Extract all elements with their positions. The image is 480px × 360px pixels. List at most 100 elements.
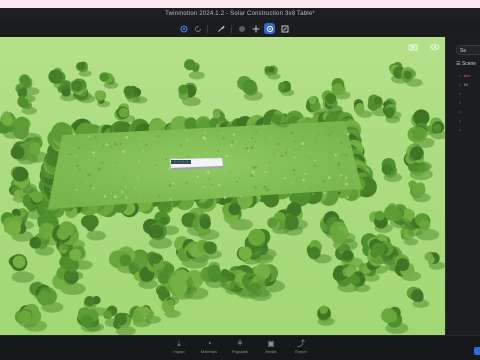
3d-viewport[interactable] (0, 37, 445, 335)
rotate-icon[interactable] (264, 23, 275, 34)
grass-speckle (340, 174, 342, 177)
grass-speckle (304, 172, 307, 175)
scene-render (0, 37, 445, 335)
tree-canopy (69, 248, 82, 261)
grass-speckle (89, 184, 93, 187)
grass-speckle (85, 181, 87, 184)
tree-shadow (11, 271, 35, 283)
scene-tree-item[interactable]: • (459, 109, 480, 115)
grass-speckle (168, 184, 172, 187)
view-options-icon[interactable] (430, 43, 440, 51)
scene-tree-item[interactable]: • (459, 118, 480, 124)
scale-icon[interactable] (279, 23, 290, 34)
grass-speckle (233, 133, 236, 136)
grass-speckle (87, 173, 90, 177)
tree-canopy (308, 96, 317, 104)
visibility-icon[interactable]: • (459, 100, 463, 106)
materials-button[interactable]: ◔ Materials (195, 339, 223, 355)
grass-speckle (180, 144, 183, 147)
grass-speckle (111, 192, 113, 195)
grass-speckle (101, 161, 104, 164)
export-button[interactable]: ⤴ Export (287, 339, 315, 355)
grass-speckle (109, 145, 112, 148)
eyedropper-icon[interactable] (215, 23, 226, 34)
grass-speckle (169, 198, 172, 200)
grass-speckle (71, 145, 73, 147)
tree-canopy (37, 290, 53, 306)
help-badge[interactable] (474, 347, 480, 355)
visibility-icon[interactable]: • (459, 118, 463, 124)
tree-canopy (319, 305, 328, 314)
grass-speckle (344, 153, 348, 157)
grass-speckle (222, 137, 225, 140)
scene-tree-item-label: Ani (463, 73, 470, 78)
grass-speckle (77, 146, 81, 149)
scene-tree-item[interactable]: • (459, 91, 480, 97)
import-button[interactable]: ⤓ Import (165, 339, 193, 355)
grass-speckle (292, 182, 294, 185)
grass-speckle (185, 181, 188, 184)
grass-speckle (292, 168, 296, 172)
scene-header[interactable]: ☰ Scene (456, 61, 476, 68)
grass-speckle (268, 161, 271, 164)
camera-icon[interactable] (408, 43, 418, 51)
tree-canopy (396, 258, 410, 272)
tree-canopy (123, 85, 134, 96)
grass-speckle (258, 197, 261, 200)
grass-speckle (264, 188, 267, 190)
scene-label: Scene (461, 61, 477, 67)
scene-tree-item[interactable]: • Ani (459, 73, 480, 79)
tree-canopy (77, 62, 86, 70)
grass-speckle (223, 196, 227, 199)
grass-speckle (250, 137, 253, 140)
tree-canopy (80, 314, 92, 327)
visibility-icon[interactable]: • (459, 109, 463, 115)
tree-shadow (188, 71, 205, 80)
grass-speckle (340, 191, 342, 193)
snap-icon[interactable] (178, 23, 189, 34)
export-icon: ⤴ (297, 339, 305, 348)
scene-tree-item[interactable]: • (459, 127, 480, 133)
visibility-icon[interactable]: • (459, 91, 463, 97)
move-icon[interactable] (250, 23, 261, 34)
grass-speckle (266, 188, 269, 192)
record-icon[interactable] (236, 23, 247, 34)
grass-speckle (231, 140, 234, 143)
grass-speckle (327, 176, 331, 179)
grass-speckle (202, 136, 206, 140)
grass-speckle (230, 144, 233, 147)
grass-speckle (343, 167, 346, 170)
grass-speckle (221, 133, 223, 135)
grass-speckle (264, 171, 267, 174)
grass-speckle (315, 140, 318, 142)
tree-canopy (204, 241, 217, 255)
tree-canopy (381, 308, 396, 323)
populate-button[interactable]: ⚘ Populate (226, 339, 254, 355)
tree-canopy (403, 71, 412, 80)
tree-canopy (48, 69, 63, 84)
tree-canopy (118, 107, 129, 118)
scene-tree-item[interactable]: • (459, 100, 480, 106)
grass-speckle (341, 154, 343, 156)
tree-canopy (139, 306, 150, 317)
grass-speckle (155, 164, 158, 166)
grass-speckle (203, 185, 206, 188)
tree-canopy (12, 255, 26, 269)
grass-speckle (273, 152, 276, 155)
grass-speckle (115, 161, 118, 164)
grass-speckle (269, 137, 271, 139)
scene-tree-item[interactable]: • Br (459, 82, 480, 88)
grass-speckle (125, 136, 129, 139)
grass-speckle (134, 186, 137, 189)
tree-canopy (81, 215, 94, 228)
tree-canopy (419, 219, 431, 231)
search-input[interactable]: Se (456, 45, 480, 55)
grass-speckle (85, 145, 87, 147)
tree-canopy (254, 283, 261, 290)
grass-speckle (247, 150, 250, 153)
visibility-icon[interactable]: • (459, 127, 463, 133)
grass-speckle (240, 195, 242, 198)
media-button[interactable]: ▣ Media (257, 339, 285, 355)
refresh-icon[interactable] (192, 23, 203, 34)
grass-speckle (120, 186, 122, 188)
